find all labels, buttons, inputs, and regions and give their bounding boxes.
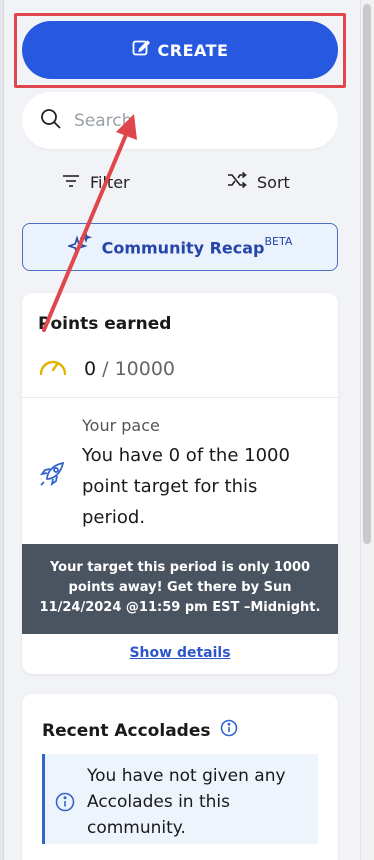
points-value-row: 0 / 10000 (38, 355, 175, 382)
info-icon[interactable] (220, 719, 238, 742)
filter-button[interactable]: Filter (62, 168, 130, 196)
pace-text: You have 0 of the 1000 point target for … (82, 445, 290, 528)
left-panel-edge (0, 0, 4, 860)
gauge-icon (38, 355, 68, 382)
pace-label: Your pace (82, 416, 160, 435)
sort-label: Sort (257, 172, 290, 192)
search-box[interactable] (22, 92, 338, 149)
sparkle-icon (65, 231, 92, 261)
points-title: Points earned (38, 314, 172, 334)
search-input[interactable] (74, 110, 294, 131)
community-recap-button[interactable]: Community RecapBETA (22, 223, 338, 271)
accolades-card: Recent Accolades You have not given any … (22, 694, 338, 860)
scrollbar[interactable] (360, 0, 374, 860)
edit-icon (132, 39, 150, 61)
accolades-title: Recent Accolades (42, 720, 211, 741)
search-icon (40, 108, 62, 134)
sort-icon (227, 171, 247, 192)
sort-button[interactable]: Sort (227, 168, 290, 196)
create-label: CREATE (157, 40, 229, 60)
accolades-empty-notice: You have not given any Accolades in this… (42, 754, 318, 844)
create-button[interactable]: CREATE (22, 21, 338, 79)
points-total: / 10000 (102, 357, 176, 380)
filter-label: Filter (90, 172, 130, 192)
community-recap-label: Community Recap (101, 238, 265, 258)
show-details-link[interactable]: Show details (22, 645, 338, 661)
accolades-title-row: Recent Accolades (42, 719, 238, 742)
points-card: Points earned 0 / 10000 Your pace You ha… (22, 293, 338, 674)
divider (22, 397, 338, 398)
rocket-icon (38, 460, 66, 492)
beta-badge: BETA (264, 234, 293, 248)
points-current: 0 (84, 357, 97, 380)
scrollbar-thumb[interactable] (363, 4, 371, 544)
info-icon (55, 792, 75, 816)
target-banner: Your target this period is only 1000 poi… (22, 544, 338, 634)
filter-icon (62, 173, 80, 192)
accolades-empty-text: You have not given any Accolades in this… (87, 766, 286, 838)
